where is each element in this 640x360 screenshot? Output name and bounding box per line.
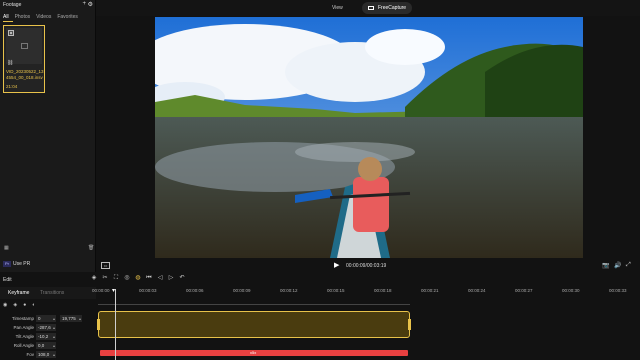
tab-photos[interactable]: Photos (15, 14, 31, 20)
volume-icon[interactable]: 🔊 (614, 262, 621, 269)
param-label: Fov (26, 352, 34, 357)
ruler-tick-label: 00:00:21 (421, 288, 439, 293)
play-button[interactable]: ▶ (334, 261, 339, 269)
param-pan-angle: Pan Angle -287,6 ▴ (0, 324, 96, 332)
gear-icon[interactable]: ⚙ (88, 1, 93, 8)
ruler-tick-label: 00:00:06 (186, 288, 204, 293)
aspect-ratio-icon[interactable]: ▭ (101, 262, 110, 269)
clip-trim-handle-right[interactable] (408, 319, 411, 330)
ruler-tick-label: 00:00:18 (374, 288, 392, 293)
tab-favorites[interactable]: Favorites (57, 14, 78, 20)
ruler-tick-label: 00:00:27 (515, 288, 533, 293)
freecapture-label: FreeCapture (378, 5, 407, 11)
clip-trim-handle-left[interactable] (97, 319, 100, 330)
premiere-badge-icon: Pr (3, 261, 11, 267)
speed-track[interactable]: x5x (100, 350, 408, 356)
ruler-tick-label: 00:00:33 (609, 288, 627, 293)
stepper-icon[interactable]: ▴ (53, 333, 55, 340)
param-label: Pan Angle (13, 325, 34, 330)
split-icon[interactable]: ✂ (101, 274, 109, 282)
footage-tabs: All Photos Videos Favorites (3, 14, 78, 20)
param-timestamp: Timestamp 0 ▴ 19,775 ▴ (0, 315, 96, 323)
edit-section-title: Edit (3, 277, 12, 283)
tab-all[interactable]: All (3, 14, 9, 20)
ruler-tick-label: 00:00:30 (562, 288, 580, 293)
ruler-tick-label: 00:00:24 (468, 288, 486, 293)
param-tilt-angle: Tilt Angle -10,2 ▴ (0, 333, 96, 341)
freecapture-button[interactable]: FreeCapture (362, 2, 413, 14)
stepper-icon[interactable]: ▴ (53, 342, 55, 349)
footage-clip-card[interactable]: ▣ ⛓ VID_20230522_134554_00_018.insv 21:0… (3, 25, 45, 93)
stepper-icon[interactable]: ▴ (79, 315, 81, 322)
prev-icon[interactable]: ◁ (156, 274, 164, 282)
speed-label: x5x (250, 350, 257, 355)
circle-icon[interactable]: ● (23, 302, 26, 308)
video-preview[interactable] (155, 17, 583, 258)
playback-bar: ▭ ▶ 00:00:09/00:03:19 📷 🔊 ⤢ (96, 258, 640, 274)
param-fov: Fov 108,0 ▴ (0, 351, 96, 359)
tab-videos[interactable]: Videos (36, 14, 51, 20)
timecode: 00:00:09/00:03:19 (346, 263, 387, 269)
prev-keyframe-icon[interactable]: ⏮ (145, 274, 153, 282)
image-placeholder-icon (21, 43, 28, 49)
trash-icon[interactable]: 🗑 (88, 245, 94, 251)
timeline-ruler[interactable]: 00:00:00 00:00:03 00:00:06 00:00:09 00:0… (92, 286, 640, 298)
link-icon: ⛓ (7, 60, 14, 66)
ruler-tick-label: 00:00:00 (92, 288, 110, 293)
grid-view-icon[interactable]: ▦ (4, 245, 9, 251)
param-label: Tilt Angle (15, 334, 34, 339)
freecapture-icon (368, 5, 374, 10)
cube-icon[interactable]: ◈ (13, 302, 17, 308)
stepper-icon[interactable]: ▴ (53, 315, 55, 322)
ruler-tick-label: 00:00:09 (233, 288, 251, 293)
clip-filename: VID_20230522_134554_00_018.insv (6, 69, 44, 80)
viewer-toolbar: View FreeCapture (96, 0, 640, 16)
footage-title: Footage (3, 2, 22, 8)
clip-thumbnail: ▣ (6, 28, 42, 64)
keyframe-tools: ◉ ◈ ● ◐ (3, 302, 35, 308)
active-tab-indicator (3, 21, 13, 22)
crop-icon[interactable]: ⛶ (112, 274, 120, 282)
ruler-tick-label: 00:00:03 (139, 288, 157, 293)
video-frame-image (155, 17, 583, 258)
timeline-clip[interactable] (97, 311, 411, 338)
stepper-icon[interactable]: ▴ (53, 351, 55, 358)
undo-icon[interactable]: ↶ (178, 274, 186, 282)
playhead-handle-icon[interactable]: ▾ (112, 288, 119, 294)
auto-frame-icon[interactable]: ◎ (123, 274, 131, 282)
add-keyframe-icon[interactable]: ◈ (90, 274, 98, 282)
param-roll-angle: Roll Angle 0,0 ▴ (0, 342, 96, 350)
ruler-tick-label: 00:00:12 (280, 288, 298, 293)
keyframe-track[interactable] (98, 304, 410, 305)
plus-icon[interactable]: + (82, 1, 86, 7)
eye-icon[interactable]: ◉ (3, 302, 7, 308)
footage-panel: Footage + ⚙ All Photos Videos Favorites … (0, 0, 96, 272)
playhead[interactable] (115, 289, 116, 360)
fullscreen-icon[interactable]: ⤢ (626, 262, 631, 269)
stepper-icon[interactable]: ▴ (53, 324, 55, 331)
param-label: Roll Angle (13, 343, 34, 348)
snapshot-icon[interactable]: 📷 (602, 262, 609, 269)
sphere-icon[interactable]: ◐ (32, 302, 35, 308)
speed-icon[interactable]: ◍ (134, 274, 142, 282)
tab-transitions[interactable]: Transitions (40, 290, 64, 296)
ruler-tick-label: 00:00:15 (327, 288, 345, 293)
edit-tabs: Keyframe Transitions (0, 287, 96, 299)
select-checkbox-icon[interactable]: ▣ (8, 30, 14, 36)
next-icon[interactable]: ▷ (167, 274, 175, 282)
use-pr-button[interactable]: Use PR (13, 261, 30, 267)
timeline-toolbar: ◈ ✂ ⛶ ◎ ◍ ⏮ ◁ ▷ ↶ (90, 274, 186, 282)
param-label: Timestamp (11, 316, 34, 321)
view-button[interactable]: View (328, 3, 347, 13)
clip-duration: 21:04 (6, 84, 18, 89)
tab-keyframe[interactable]: Keyframe (8, 290, 29, 296)
